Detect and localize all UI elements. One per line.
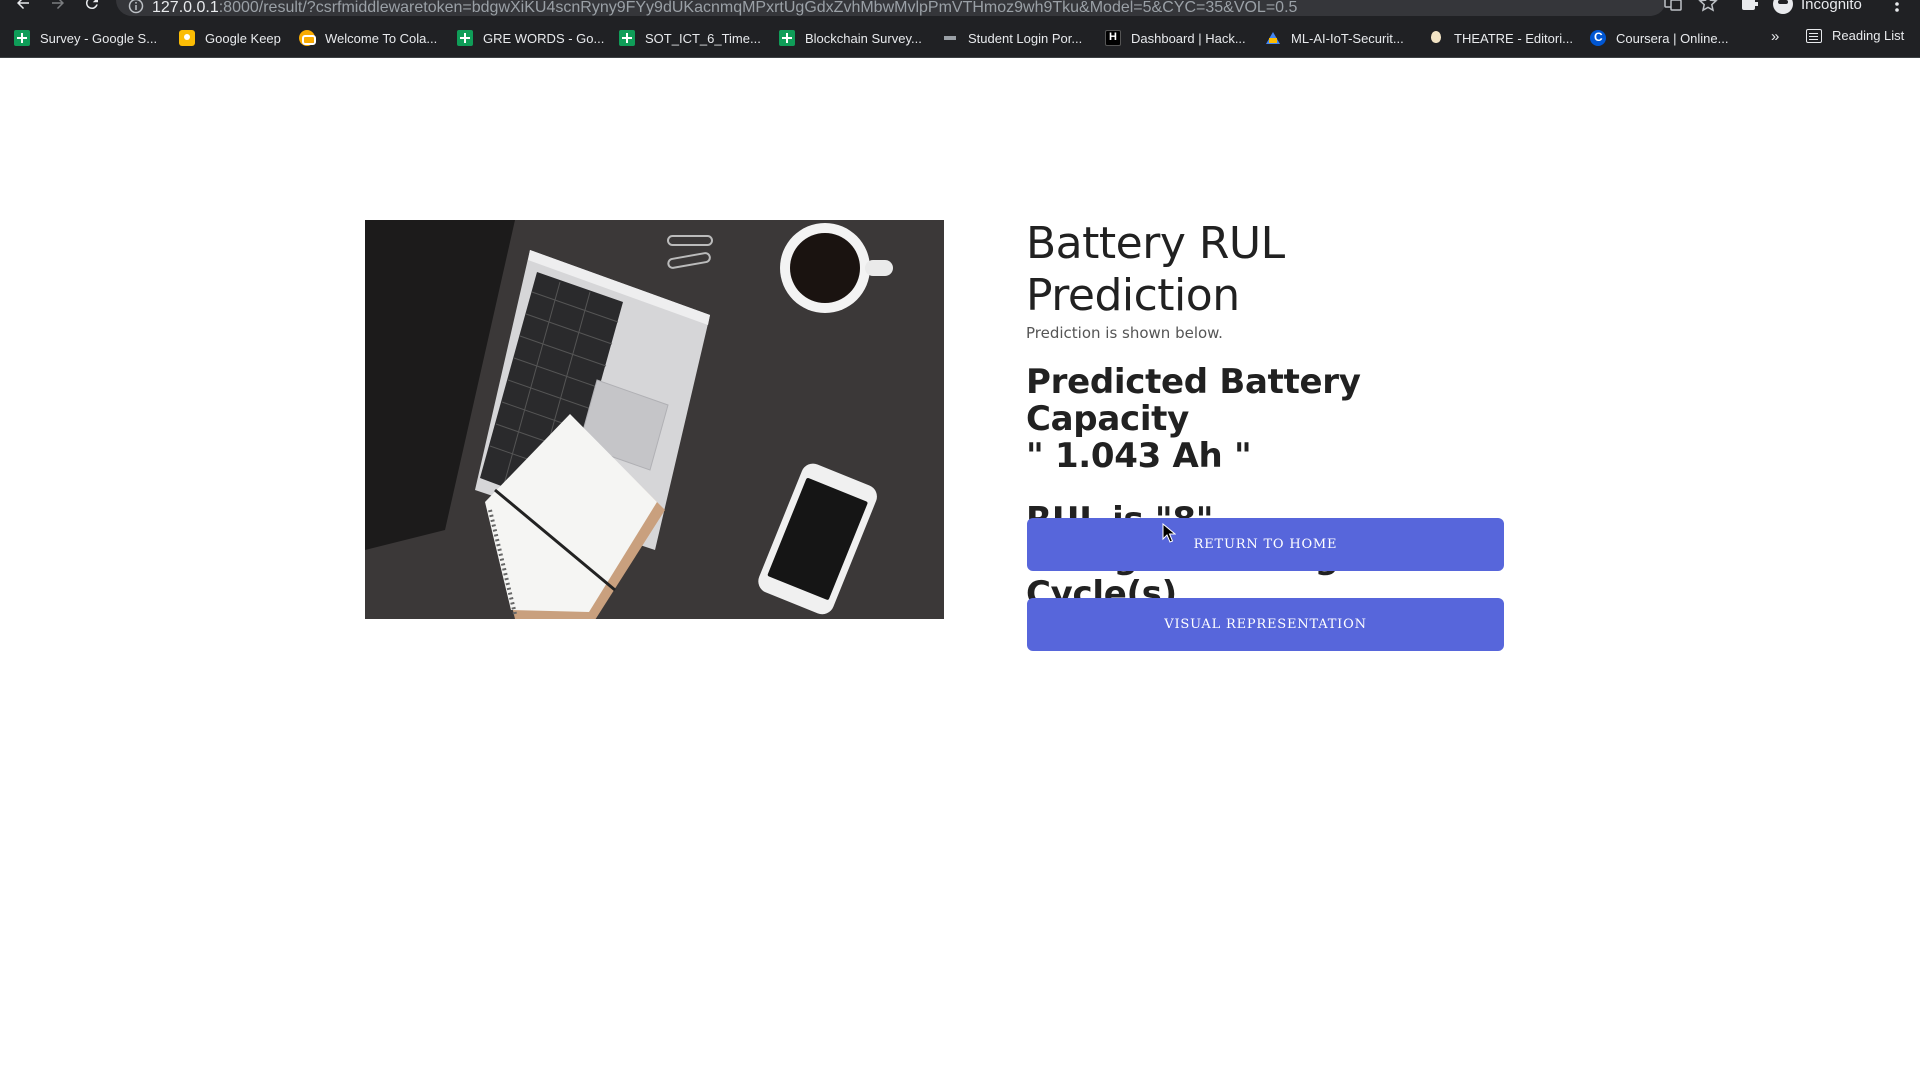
bookmark-sot-ict[interactable]: SOT_ICT_6_Time... [619, 28, 761, 48]
desk-laptop-coffee-phone-image [365, 220, 944, 619]
more-menu-icon[interactable] [1893, 0, 1901, 14]
bookmark-survey[interactable]: Survey - Google S... [14, 28, 157, 48]
url-path: :8000/result/?csrfmiddlewaretoken=bdgwXi… [218, 0, 1298, 16]
mouse-cursor-icon [1162, 523, 1176, 543]
theatre-icon [1428, 30, 1444, 46]
bookmark-label: SOT_ICT_6_Time... [645, 30, 761, 46]
bookmark-label: Coursera | Online... [1616, 30, 1729, 46]
incognito-icon [1773, 0, 1793, 14]
sheets-icon [779, 30, 795, 46]
browser-toolbar: 127.0.0.1:8000/result/?csrfmiddlewaretok… [0, 0, 1920, 18]
capacity-label: Predicted Battery Capacity [1026, 362, 1361, 439]
bookmark-student-login[interactable]: Student Login Por... [942, 28, 1082, 48]
visual-representation-button[interactable]: VISUAL REPRESENTATION [1027, 598, 1504, 651]
address-bar[interactable]: 127.0.0.1:8000/result/?csrfmiddlewaretok… [116, 0, 1666, 16]
colab-icon [299, 30, 316, 46]
reading-list-button[interactable]: Reading List [1806, 28, 1904, 43]
bookmark-label: Student Login Por... [968, 30, 1083, 46]
bookmark-label: ML-AI-IoT-Securit... [1291, 30, 1404, 46]
reading-list-label: Reading List [1832, 28, 1905, 43]
incognito-profile-button[interactable]: Incognito [1773, 0, 1862, 14]
bookmark-label: GRE WORDS - Go... [483, 30, 605, 46]
bookmark-gre-words[interactable]: GRE WORDS - Go... [457, 28, 604, 48]
coursera-icon [1590, 30, 1606, 46]
bookmark-label: Google Keep [205, 30, 281, 46]
translate-icon[interactable] [1663, 0, 1683, 13]
capacity-value: " 1.043 Ah " [1026, 436, 1252, 476]
more-bookmarks-chevron-icon[interactable]: » [1771, 28, 1779, 45]
keep-icon [179, 30, 195, 46]
bookmark-label: THEATRE - Editori... [1454, 30, 1573, 46]
sheets-icon [619, 30, 635, 46]
predicted-capacity-heading: Predicted Battery Capacity " 1.043 Ah " [1026, 364, 1506, 475]
bookmark-coursera[interactable]: Coursera | Online... [1590, 28, 1728, 48]
page-subtitle: Prediction is shown below. [1026, 324, 1223, 342]
bookmark-hackerrank[interactable]: Dashboard | Hack... [1105, 28, 1246, 48]
bookmark-label: Dashboard | Hack... [1131, 30, 1246, 46]
bookmark-colab[interactable]: Welcome To Cola... [299, 28, 437, 48]
sheets-icon [14, 30, 30, 46]
hackerrank-icon [1105, 30, 1121, 46]
reading-list-icon [1806, 28, 1822, 43]
profile-label: Incognito [1801, 0, 1862, 13]
bookmark-star-icon[interactable] [1698, 0, 1718, 13]
bookmarks-bar: Survey - Google S... Google Keep Welcome… [0, 18, 1920, 58]
return-to-home-button[interactable]: RETURN TO HOME [1027, 518, 1504, 571]
bookmark-google-keep[interactable]: Google Keep [179, 28, 281, 48]
bookmark-ml-ai-iot[interactable]: ML-AI-IoT-Securit... [1265, 28, 1404, 48]
sheets-icon [457, 30, 473, 46]
bookmark-blockchain-survey[interactable]: Blockchain Survey... [779, 28, 922, 48]
bookmark-label: Blockchain Survey... [805, 30, 922, 46]
drive-icon [1265, 30, 1281, 46]
url-host: 127.0.0.1 [152, 0, 219, 16]
extensions-puzzle-icon[interactable] [1740, 0, 1760, 13]
back-arrow-icon[interactable] [14, 0, 38, 16]
reload-icon[interactable] [83, 0, 107, 16]
url-text[interactable]: 127.0.0.1:8000/result/?csrfmiddlewaretok… [152, 0, 1297, 16]
forward-arrow-icon[interactable] [49, 0, 73, 16]
site-info-icon[interactable] [128, 0, 144, 14]
portal-icon [942, 30, 958, 46]
bookmark-label: Survey - Google S... [40, 30, 158, 46]
page-title: Battery RUL Prediction [1026, 218, 1285, 321]
bookmark-theatre[interactable]: THEATRE - Editori... [1428, 28, 1573, 48]
bookmark-label: Welcome To Cola... [325, 30, 438, 46]
